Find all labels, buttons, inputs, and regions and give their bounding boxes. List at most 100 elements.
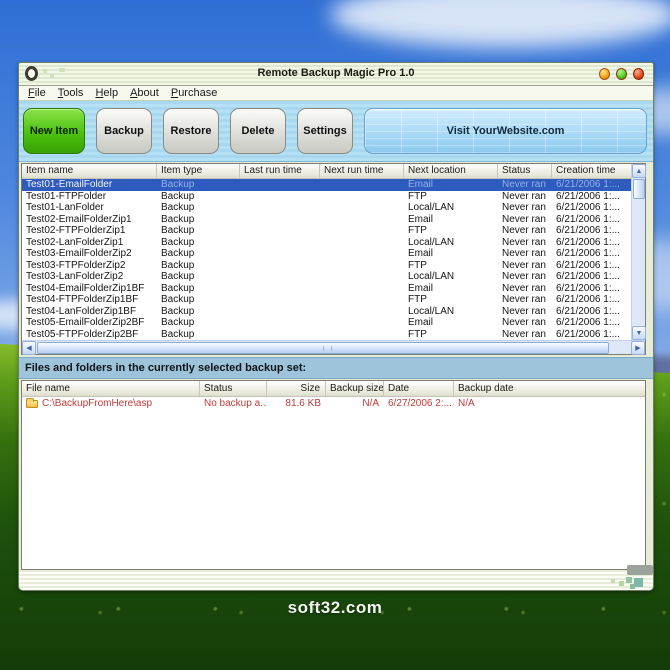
- cell-location: FTP: [408, 225, 427, 236]
- cell-type: Backup: [161, 317, 195, 328]
- cell-name: Test02-FTPFolderZip1: [26, 225, 126, 236]
- cell-created: 6/21/2006 1:...: [556, 248, 620, 259]
- table-row[interactable]: Test04-FTPFolderZip1BF Backup FTP Never ran…: [22, 294, 631, 306]
- table-row[interactable]: Test03-FTPFolderZip2 Backup FTP Never ran 6/…: [22, 260, 631, 272]
- table-row[interactable]: Test02-LanFolderZip1 Backup Local/LAN Never…: [22, 237, 631, 249]
- column-header[interactable]: Next location: [404, 164, 498, 178]
- delete-button[interactable]: Delete: [230, 108, 286, 154]
- table-row[interactable]: Test04-EmailFolderZip1BF Backup Email Never…: [22, 283, 631, 295]
- cell-status: Never ran: [502, 248, 546, 259]
- table-row[interactable]: Test01-FTPFolder Backup FTP Never ran 6/21/2…: [22, 191, 631, 203]
- cell-location: Local/LAN: [408, 271, 455, 282]
- column-header[interactable]: Status: [200, 381, 267, 396]
- column-header[interactable]: Creation time: [552, 164, 631, 178]
- horizontal-scrollbar[interactable]: ◀ ▶: [22, 340, 645, 355]
- scroll-up-button[interactable]: ▲: [632, 164, 646, 178]
- cell-status: Never ran: [502, 271, 546, 282]
- cell-backup_date: N/A: [458, 398, 475, 409]
- cell-created: 6/21/2006 1:...: [556, 225, 620, 236]
- cell-name: Test04-LanFolderZip1BF: [26, 305, 137, 317]
- backup-button[interactable]: Backup: [96, 108, 152, 154]
- column-header[interactable]: Size: [267, 381, 326, 396]
- menu-item-tools[interactable]: Tools: [58, 87, 84, 99]
- column-header[interactable]: Status: [498, 164, 552, 178]
- cell-last_run: [240, 283, 320, 295]
- table-row[interactable]: Test01-LanFolder Backup Local/LAN Never ran…: [22, 202, 631, 214]
- cell-location: Email: [408, 248, 434, 259]
- new-item-button[interactable]: New Item: [23, 108, 85, 154]
- cell-last_run: [240, 179, 320, 191]
- backup-list: Item name Item type Last run time Next run …: [21, 163, 646, 355]
- menu-item-help[interactable]: Help: [95, 87, 118, 99]
- cell-status: Never ran: [502, 294, 546, 305]
- menu-item-file[interactable]: File: [28, 87, 46, 99]
- scroll-right-button[interactable]: ▶: [631, 341, 645, 355]
- app-window: Remote Backup Magic Pro 1.0 File Tools Hel…: [18, 62, 654, 591]
- cell-created: 6/21/2006 1:...: [556, 317, 620, 328]
- table-row[interactable]: Test03-EmailFolderZip2 Backup Email Never r…: [22, 248, 631, 260]
- table-row[interactable]: Test02-FTPFolderZip1 Backup FTP Never ran 6/…: [22, 225, 631, 237]
- cell-last_run: [240, 214, 320, 226]
- minimize-button[interactable]: [599, 68, 610, 80]
- column-header[interactable]: Item name: [22, 164, 157, 178]
- file-row[interactable]: C:\BackupFromHere\asp No backup a... 81.6 …: [22, 397, 645, 410]
- column-header[interactable]: Item type: [157, 164, 240, 178]
- window-controls: [599, 68, 644, 80]
- column-header[interactable]: Backup size: [326, 381, 384, 396]
- cell-type: Backup: [161, 294, 195, 305]
- close-button[interactable]: [633, 68, 644, 80]
- cell-date: 6/27/2006 2:...: [388, 398, 452, 409]
- cell-status: Never ran: [502, 225, 546, 236]
- menu-item-about[interactable]: About: [130, 87, 159, 99]
- table-row[interactable]: Test03-LanFolderZip2 Backup Local/LAN Never…: [22, 271, 631, 283]
- scroll-down-button[interactable]: ▼: [632, 326, 646, 340]
- titlebar[interactable]: Remote Backup Magic Pro 1.0: [19, 63, 653, 86]
- cell-last_run: [240, 306, 320, 318]
- cell-location: Local/LAN: [408, 305, 455, 317]
- backup-table-body: Test01-EmailFolder Backup Email Never ran 6/…: [22, 179, 631, 340]
- cell-status: Never ran: [502, 213, 546, 225]
- cell-status: Never ran: [502, 317, 546, 328]
- cell-status: Never ran: [502, 282, 546, 294]
- files-table-header: File name Status Size Backup size Date Backup…: [22, 381, 645, 397]
- files-table-body: C:\BackupFromHere\asp No backup a... 81.6 …: [22, 397, 645, 410]
- menu-item-purchase[interactable]: Purchase: [171, 87, 217, 99]
- cell-type: Backup: [161, 282, 195, 294]
- grip-decoration: [627, 565, 653, 575]
- maximize-button[interactable]: [616, 68, 627, 80]
- column-header[interactable]: Date: [384, 381, 454, 396]
- cell-next_run: [320, 191, 404, 203]
- cell-status: Never ran: [502, 328, 546, 340]
- vertical-scrollbar-thumb[interactable]: [633, 179, 645, 199]
- cell-created: 6/21/2006 1:...: [556, 305, 620, 317]
- visit-website-button[interactable]: Visit YourWebsite.com: [364, 108, 647, 154]
- cell-next_run: [320, 202, 404, 214]
- table-row[interactable]: Test05-FTPFolderZip2BF Backup FTP Never ran…: [22, 329, 631, 341]
- cell-location: FTP: [408, 328, 427, 340]
- cell-next_run: [320, 179, 404, 191]
- table-row[interactable]: Test01-EmailFolder Backup Email Never ran 6/…: [22, 179, 631, 191]
- backup-list-content: Item name Item type Last run time Next run …: [22, 164, 631, 340]
- table-row[interactable]: Test02-EmailFolderZip1 Backup Email Never r…: [22, 214, 631, 226]
- cell-type: Backup: [161, 213, 195, 225]
- backup-table-header: Item name Item type Last run time Next run …: [22, 164, 631, 179]
- column-header[interactable]: File name: [22, 381, 200, 396]
- window-grip[interactable]: [19, 565, 653, 590]
- column-header[interactable]: Backup date: [454, 381, 532, 396]
- files-list: File name Status Size Backup size Date Backup…: [21, 380, 646, 570]
- table-row[interactable]: Test05-EmailFolderZip2BF Backup Email Never…: [22, 317, 631, 329]
- column-header[interactable]: Next run time: [320, 164, 404, 178]
- restore-button[interactable]: Restore: [163, 108, 219, 154]
- cell-next_run: [320, 283, 404, 295]
- vertical-scrollbar[interactable]: ▲ ▼: [631, 164, 646, 340]
- resize-grip-icon[interactable]: [634, 578, 643, 587]
- files-panel-label: Files and folders in the currently selec…: [19, 357, 653, 379]
- cell-type: Backup: [161, 271, 195, 282]
- horizontal-scrollbar-thumb[interactable]: [37, 342, 609, 354]
- scroll-left-button[interactable]: ◀: [22, 341, 36, 355]
- column-header[interactable]: Last run time: [240, 164, 320, 178]
- cell-location: FTP: [408, 259, 427, 271]
- table-row[interactable]: Test04-LanFolderZip1BF Backup Local/LAN Nev…: [22, 306, 631, 318]
- settings-button[interactable]: Settings: [297, 108, 353, 154]
- cell-next_run: [320, 237, 404, 249]
